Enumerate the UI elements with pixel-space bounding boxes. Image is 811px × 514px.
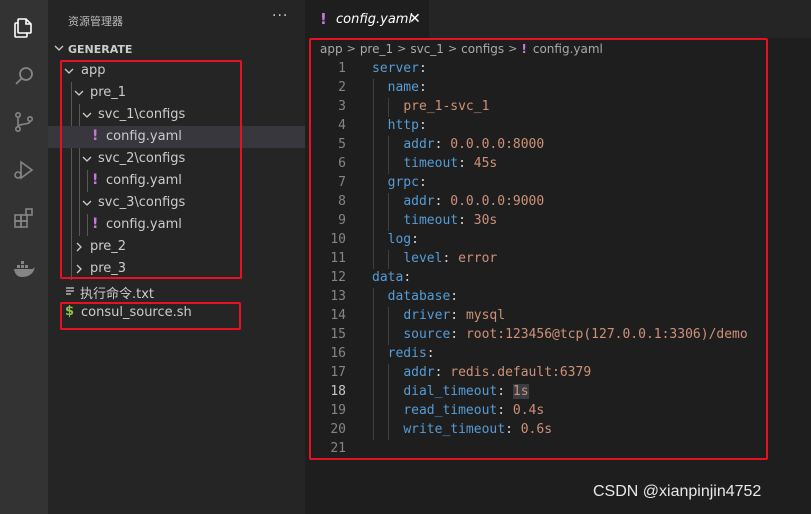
tree-folder-svc-1-configs[interactable]: svc_1\configs (48, 104, 305, 126)
code-line: 19 read_timeout: 0.4s (330, 403, 545, 418)
run-debug-icon[interactable] (0, 146, 48, 194)
code-line: 3 pre_1-svc_1 (338, 99, 490, 114)
tree-folder-pre-2[interactable]: pre_2 (48, 236, 305, 258)
yaml-file-icon: ! (92, 172, 99, 188)
tree-label: pre_1 (90, 85, 127, 100)
yaml-file-icon: ! (521, 41, 527, 56)
close-icon[interactable]: ✕ (409, 11, 421, 27)
tree-label: consul_source.sh (81, 305, 192, 320)
explorer-icon[interactable] (0, 4, 48, 52)
code-line: 2 name: (338, 80, 427, 95)
code-line: 21 (330, 441, 346, 456)
tree-label: svc_1\configs (98, 107, 186, 122)
code-line: 13 database: (330, 289, 459, 304)
sidebar-title: 资源管理器 (68, 15, 123, 28)
watermark: CSDN @xianpinjin4752 (593, 483, 762, 500)
tree-label: pre_3 (90, 261, 127, 276)
code-line-active: 18 dial_timeout: 1s (330, 384, 529, 399)
tree-label: config.yaml (106, 217, 182, 232)
breadcrumb-item[interactable]: app (320, 42, 343, 56)
tree-label: 执行命令.txt (80, 287, 155, 302)
code-line: 5 addr: 0.0.0.0:8000 (338, 137, 545, 152)
docker-icon[interactable] (0, 244, 48, 292)
code-line: 4 http: (338, 118, 427, 133)
tree-folder-svc-2-configs[interactable]: svc_2\configs (48, 148, 305, 170)
tree-file-config-yaml-svc-1[interactable]: ! config.yaml (48, 126, 305, 148)
code-line: 8 addr: 0.0.0.0:9000 (338, 194, 545, 209)
chevron-down-icon (64, 68, 74, 74)
breadcrumb-item[interactable]: svc_1 (410, 42, 444, 56)
tab-label: config.yaml (336, 12, 413, 27)
extensions-icon[interactable] (0, 194, 48, 242)
code-line: 16 redis: (330, 346, 435, 361)
chevron-down-icon (74, 90, 84, 96)
chevron-right-icon: > (447, 42, 458, 55)
yaml-file-icon: ! (92, 128, 99, 144)
chevron-right-icon: > (508, 42, 518, 55)
code-line: 7 grpc: (338, 175, 427, 190)
chevron-right-icon: > (397, 42, 407, 55)
tree-label: svc_2\configs (98, 151, 186, 166)
tree-label: pre_2 (90, 239, 127, 254)
chevron-down-icon (54, 45, 64, 51)
search-icon[interactable] (0, 52, 48, 100)
chevron-down-icon (82, 200, 92, 206)
chevron-right-icon (76, 264, 82, 274)
shell-file-icon: $ (65, 304, 75, 319)
yaml-file-icon: ! (320, 10, 327, 28)
chevron-right-icon (76, 242, 82, 252)
tree-label: config.yaml (106, 129, 182, 144)
activity-bar (0, 0, 48, 514)
tree-folder-pre-3[interactable]: pre_3 (48, 258, 305, 280)
code-line: 10 log: (330, 232, 419, 247)
tree-label: svc_3\configs (98, 195, 186, 210)
breadcrumb-item[interactable]: pre_1 (360, 42, 393, 56)
breadcrumb-item[interactable]: config.yaml (533, 42, 603, 56)
chevron-down-icon (82, 112, 92, 118)
code-line: 1 server: (338, 61, 427, 76)
breadcrumb-item[interactable]: configs (461, 42, 504, 56)
tree-folder-svc-3-configs[interactable]: svc_3\configs (48, 192, 305, 214)
workspace-section-header[interactable]: GENERATE (48, 40, 305, 58)
code-line: 17 addr: redis.default:6379 (330, 365, 592, 380)
tree-folder-pre-1[interactable]: pre_1 (48, 82, 305, 104)
tab-config-yaml[interactable]: ! config.yaml ✕ (305, 0, 429, 38)
code-line: 15 source: root:123456@tcp(127.0.0.1:330… (330, 327, 748, 342)
tree-label: config.yaml (106, 173, 182, 188)
text-file-icon (66, 287, 74, 295)
tab-bar: ! config.yaml ✕ (305, 0, 811, 38)
more-actions-icon[interactable]: ··· (272, 8, 288, 24)
breadcrumb: app > pre_1 > svc_1 > configs >! config.yaml (320, 41, 603, 59)
code-line: 11 level: error (330, 251, 498, 266)
editor-area: ! config.yaml ✕ app > pre_1 > svc_1 > configs >… (305, 0, 811, 514)
tree-file-txt[interactable]: 执行命令.txt (48, 280, 305, 302)
chevron-right-icon: > (346, 42, 356, 55)
tree-file-config-yaml-svc-3[interactable]: ! config.yaml (48, 214, 305, 236)
chevron-down-icon (82, 156, 92, 162)
code-line: 12 data: (330, 270, 412, 285)
tree-file-config-yaml-svc-2[interactable]: ! config.yaml (48, 170, 305, 192)
code-line: 9 timeout: 30s (338, 213, 498, 228)
yaml-file-icon: ! (92, 216, 99, 232)
code-line: 20 write_timeout: 0.6s (330, 422, 553, 437)
explorer-sidebar: 资源管理器 ··· GENERATE app pre_1 svc_1\confi… (48, 0, 305, 514)
tree-folder-app[interactable]: app (48, 60, 305, 82)
code-line: 6 timeout: 45s (338, 156, 498, 171)
tree-label: app (81, 63, 106, 78)
tree-file-shell[interactable]: $ consul_source.sh (48, 302, 305, 324)
workspace-name: GENERATE (68, 43, 133, 56)
code-line: 14 driver: mysql (330, 308, 506, 323)
source-control-icon[interactable] (0, 98, 48, 146)
